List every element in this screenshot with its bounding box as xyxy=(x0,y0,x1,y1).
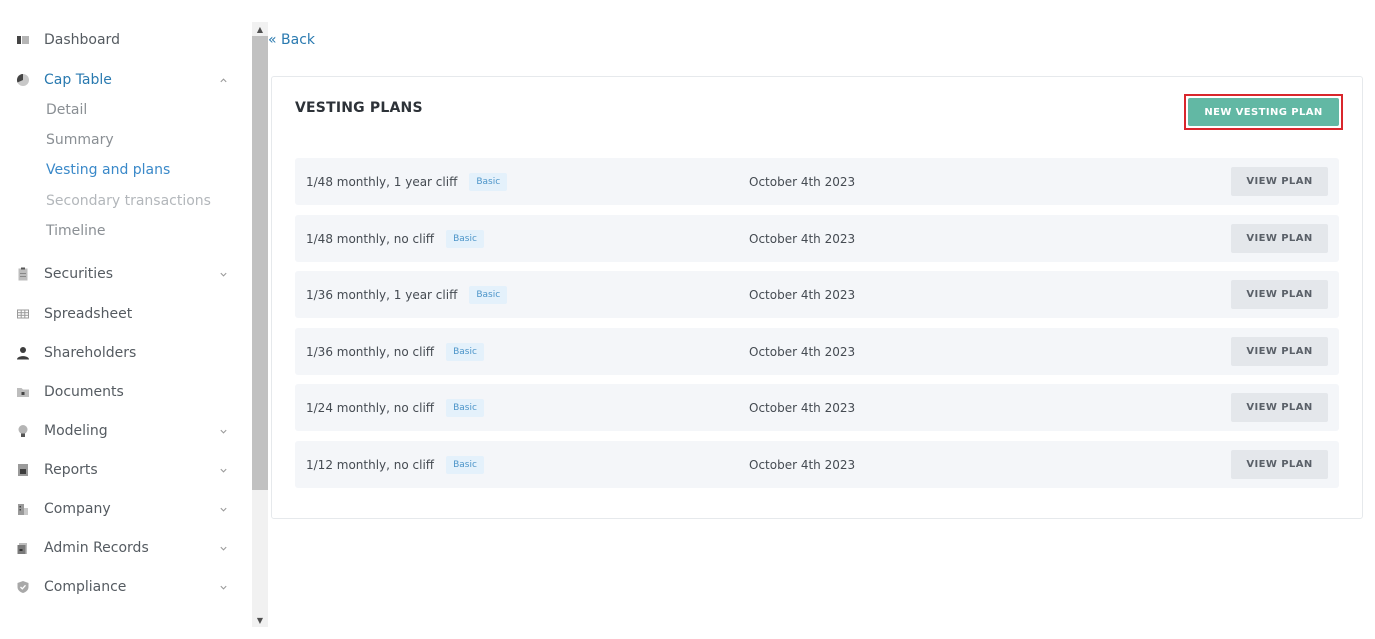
chevron-down-icon xyxy=(218,543,228,553)
sidebar-item-shareholders[interactable]: Shareholders xyxy=(16,341,236,365)
plan-type-badge: Basic xyxy=(446,342,484,361)
table-row: 1/36 monthly, no cliff Basic October 4th… xyxy=(295,328,1339,375)
plan-name: 1/12 monthly, no cliff xyxy=(306,457,435,472)
vesting-plans-card: VESTING PLANS NEW VESTING PLAN 1/48 mont… xyxy=(271,76,1363,519)
spreadsheet-icon xyxy=(16,307,30,321)
sidebar-item-modeling[interactable]: Modeling xyxy=(16,419,236,443)
sidebar-item-label: Admin Records xyxy=(44,540,149,556)
table-row: 1/36 monthly, 1 year cliff Basic October… xyxy=(295,271,1339,318)
lightbulb-icon xyxy=(16,424,30,438)
card-title: VESTING PLANS xyxy=(295,100,423,116)
sidebar-item-label: Cap Table xyxy=(44,72,112,88)
sidebar-item-documents[interactable]: Documents xyxy=(16,380,236,404)
view-plan-button[interactable]: VIEW PLAN xyxy=(1231,280,1328,309)
clipboard-icon xyxy=(16,267,30,281)
plan-name-cell: 1/36 monthly, 1 year cliff Basic xyxy=(306,271,508,318)
sidebar-scrollbar[interactable]: ▲ ▼ xyxy=(252,22,268,627)
building-icon xyxy=(16,502,30,516)
plan-name-cell: 1/36 monthly, no cliff Basic xyxy=(306,328,484,375)
plan-name: 1/48 monthly, 1 year cliff xyxy=(306,174,458,189)
plan-type-badge: Basic xyxy=(469,285,508,304)
view-plan-button[interactable]: VIEW PLAN xyxy=(1231,393,1328,422)
sidebar-item-label: Spreadsheet xyxy=(44,306,133,322)
chevron-down-icon xyxy=(218,465,228,475)
chevron-down-icon xyxy=(218,269,228,279)
shield-check-icon xyxy=(16,580,30,594)
plan-date: October 4th 2023 xyxy=(749,400,856,415)
view-plan-button[interactable]: VIEW PLAN xyxy=(1231,167,1328,196)
scroll-down-arrow-icon[interactable]: ▼ xyxy=(252,613,268,627)
sidebar-item-dashboard[interactable]: Dashboard xyxy=(16,28,236,52)
sidebar-item-label: Compliance xyxy=(44,579,127,595)
sidebar-item-label: Documents xyxy=(44,384,124,400)
plan-name-cell: 1/48 monthly, no cliff Basic xyxy=(306,215,484,262)
person-icon xyxy=(16,346,30,360)
view-plan-button[interactable]: VIEW PLAN xyxy=(1231,337,1328,366)
records-icon xyxy=(16,541,30,555)
plan-type-badge: Basic xyxy=(446,455,484,474)
plan-name: 1/36 monthly, no cliff xyxy=(306,344,435,359)
plan-type-badge: Basic xyxy=(446,229,484,248)
sidebar-item-company[interactable]: Company xyxy=(16,497,236,521)
plan-name: 1/48 monthly, no cliff xyxy=(306,231,435,246)
sidebar-item-securities[interactable]: Securities xyxy=(16,262,236,286)
table-row: 1/12 monthly, no cliff Basic October 4th… xyxy=(295,441,1339,488)
table-row: 1/48 monthly, 1 year cliff Basic October… xyxy=(295,158,1339,205)
new-vesting-plan-highlight: NEW VESTING PLAN xyxy=(1184,94,1343,130)
sidebar-item-label: Securities xyxy=(44,266,114,282)
plan-name-cell: 1/48 monthly, 1 year cliff Basic xyxy=(306,158,508,205)
plan-name-cell: 1/12 monthly, no cliff Basic xyxy=(306,441,484,488)
chevron-up-icon xyxy=(218,75,228,85)
sidebar-subitem-summary[interactable]: Summary xyxy=(46,129,114,151)
plan-name: 1/36 monthly, 1 year cliff xyxy=(306,287,458,302)
sidebar-subitem-vesting-and-plans[interactable]: Vesting and plans xyxy=(46,159,170,181)
plan-date: October 4th 2023 xyxy=(749,174,856,189)
sidebar-item-label: Company xyxy=(44,501,111,517)
view-plan-button[interactable]: VIEW PLAN xyxy=(1231,450,1328,479)
chevron-down-icon xyxy=(218,582,228,592)
scroll-up-arrow-icon[interactable]: ▲ xyxy=(252,22,268,36)
chevron-down-icon xyxy=(218,426,228,436)
report-icon xyxy=(16,463,30,477)
folder-icon xyxy=(16,385,30,399)
plan-type-badge: Basic xyxy=(469,172,508,191)
chevron-down-icon xyxy=(218,504,228,514)
table-row: 1/48 monthly, no cliff Basic October 4th… xyxy=(295,215,1339,262)
plan-name-cell: 1/24 monthly, no cliff Basic xyxy=(306,384,484,431)
plan-type-badge: Basic xyxy=(446,398,484,417)
sidebar-item-spreadsheet[interactable]: Spreadsheet xyxy=(16,302,236,326)
scrollbar-thumb[interactable] xyxy=(252,36,268,490)
sidebar-item-cap-table[interactable]: Cap Table xyxy=(16,68,236,92)
sidebar-subitem-detail[interactable]: Detail xyxy=(46,99,87,121)
plan-date: October 4th 2023 xyxy=(749,344,856,359)
sidebar-item-label: Modeling xyxy=(44,423,108,439)
plan-date: October 4th 2023 xyxy=(749,457,856,472)
sidebar-item-label: Shareholders xyxy=(44,345,137,361)
pie-chart-icon xyxy=(16,73,30,87)
sidebar-subitem-secondary-transactions[interactable]: Secondary transactions xyxy=(46,190,211,212)
view-plan-button[interactable]: VIEW PLAN xyxy=(1231,224,1328,253)
sidebar-item-label: Reports xyxy=(44,462,98,478)
sidebar-item-compliance[interactable]: Compliance xyxy=(16,575,236,599)
table-row: 1/24 monthly, no cliff Basic October 4th… xyxy=(295,384,1339,431)
sidebar: Dashboard Cap Table Detail Summary Vesti… xyxy=(0,0,250,639)
sidebar-subitem-timeline[interactable]: Timeline xyxy=(46,220,106,242)
plan-date: October 4th 2023 xyxy=(749,231,856,246)
sidebar-item-admin-records[interactable]: Admin Records xyxy=(16,536,236,560)
back-link[interactable]: « Back xyxy=(268,32,315,48)
sidebar-item-reports[interactable]: Reports xyxy=(16,458,236,482)
plan-name: 1/24 monthly, no cliff xyxy=(306,400,435,415)
sidebar-item-label: Dashboard xyxy=(44,32,120,48)
dashboard-icon xyxy=(16,33,30,47)
plan-date: October 4th 2023 xyxy=(749,287,856,302)
new-vesting-plan-button[interactable]: NEW VESTING PLAN xyxy=(1188,98,1339,126)
